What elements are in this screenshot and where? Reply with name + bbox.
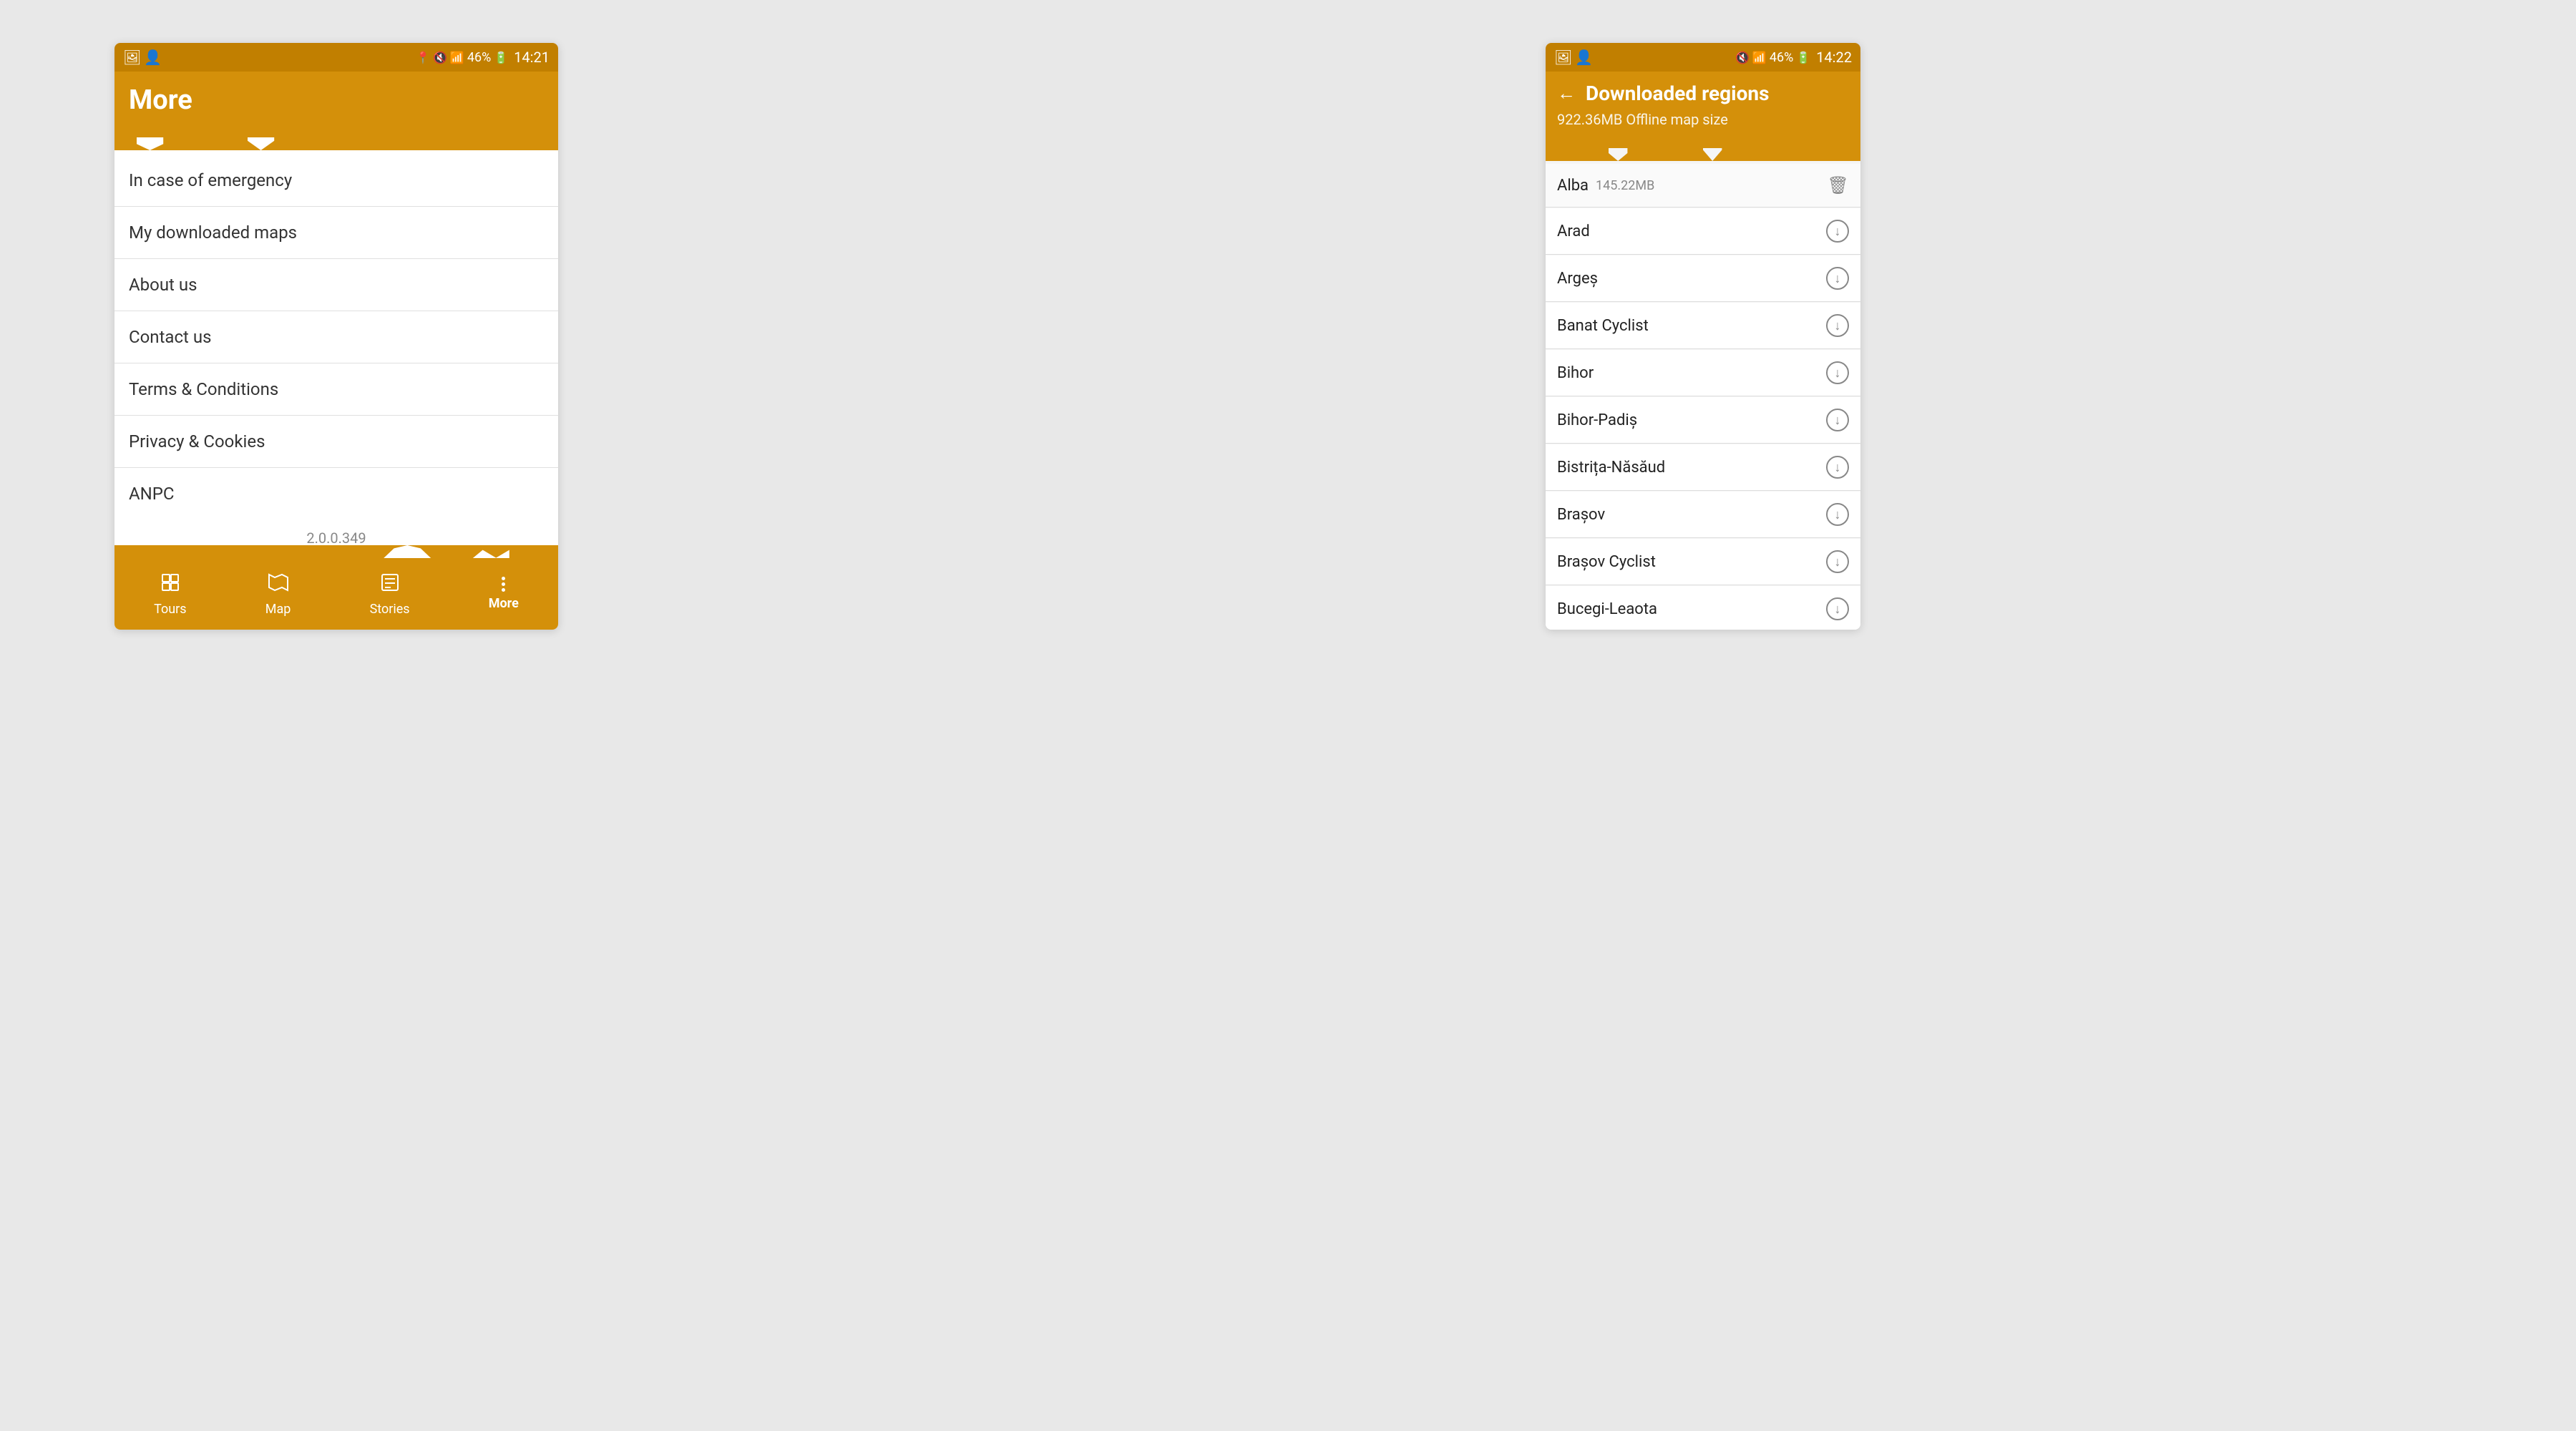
region-bistrita[interactable]: Bistrița-Năsăud ↓	[1546, 444, 1860, 491]
delete-alba-button[interactable]: 🗑	[1828, 175, 1849, 195]
download-bucegi-button[interactable]: ↓	[1826, 597, 1849, 620]
more-label: More	[489, 596, 519, 611]
stories-icon	[379, 572, 401, 597]
battery-percent: 46%	[467, 50, 491, 65]
region-arad-left: Arad	[1557, 223, 1590, 240]
region-bihor[interactable]: Bihor ↓	[1546, 350, 1860, 396]
region-bucegi[interactable]: Bucegi-Leaota ↓	[1546, 586, 1860, 630]
more-header: More	[114, 72, 558, 137]
time-right: 14:22	[1816, 49, 1852, 66]
region-alba-left: Alba 145.22MB	[1557, 177, 1654, 195]
download-brasov-button[interactable]: ↓	[1826, 503, 1849, 526]
regions-list: Alba 145.22MB 🗑 Arad ↓ Argeș ↓ Banat Cyc…	[1546, 164, 1860, 630]
battery-r: 46%	[1770, 50, 1793, 65]
image-icon-r: 🖼	[1554, 49, 1572, 66]
more-icon	[502, 577, 505, 592]
region-banat[interactable]: Banat Cyclist ↓	[1546, 303, 1860, 349]
image-icon: 🖼	[123, 49, 141, 66]
region-alba-name: Alba	[1557, 177, 1589, 195]
menu-item-emergency[interactable]: In case of emergency	[114, 155, 558, 207]
region-brasov-cyclist-left: Brașov Cyclist	[1557, 553, 1656, 571]
status-icons-right-left: 🖼 👤	[1554, 49, 1593, 66]
region-brasov[interactable]: Brașov ↓	[1546, 492, 1860, 538]
download-arad-button[interactable]: ↓	[1826, 220, 1849, 243]
region-arges-left: Argeș	[1557, 270, 1598, 288]
right-phone: 🖼 👤 🔇 📶 46% 🔋 14:22 ← Downloaded regions…	[1546, 43, 1860, 630]
region-bucegi-name: Bucegi-Leaota	[1557, 600, 1657, 618]
offline-size: 922.36MB Offline map size	[1557, 111, 1849, 128]
download-banat-button[interactable]: ↓	[1826, 314, 1849, 337]
region-bihor-padis-name: Bihor-Padiș	[1557, 411, 1637, 429]
menu-list: In case of emergency My downloaded maps …	[114, 155, 558, 518]
region-bihor-padis-left: Bihor-Padiș	[1557, 411, 1637, 429]
region-brasov-cyclist-name: Brașov Cyclist	[1557, 553, 1656, 571]
region-brasov-left: Brașov	[1557, 506, 1605, 524]
status-icons-left: 🖼 👤	[123, 49, 162, 66]
bottom-navigation: Tours Map Stories	[114, 558, 558, 630]
region-brasov-cyclist[interactable]: Brașov Cyclist ↓	[1546, 539, 1860, 585]
downloaded-header: ← Downloaded regions 922.36MB Offline ma…	[1546, 72, 1860, 148]
battery-icon-r: 🔋	[1796, 51, 1810, 64]
user-icon-r: 👤	[1575, 49, 1593, 66]
time-left: 14:21	[514, 49, 550, 66]
download-brasov-cyclist-button[interactable]: ↓	[1826, 550, 1849, 573]
header-top: ← Downloaded regions	[1557, 82, 1849, 105]
region-brasov-name: Brașov	[1557, 506, 1605, 524]
download-bihor-padis-button[interactable]: ↓	[1826, 409, 1849, 431]
location-icon: 📍	[416, 51, 430, 64]
menu-item-contact[interactable]: Contact us	[114, 311, 558, 363]
downloaded-title: Downloaded regions	[1586, 82, 1769, 105]
left-phone: 🖼 👤 📍 🔇 📶 46% 🔋 14:21 More In case of em…	[114, 43, 558, 630]
nav-tours[interactable]: Tours	[140, 572, 200, 617]
region-arad[interactable]: Arad ↓	[1546, 208, 1860, 255]
back-button[interactable]: ←	[1557, 82, 1576, 104]
download-bihor-button[interactable]: ↓	[1826, 361, 1849, 384]
region-alba[interactable]: Alba 145.22MB 🗑	[1546, 164, 1860, 207]
region-bihor-name: Bihor	[1557, 364, 1594, 382]
status-icons-right: 📍 🔇 📶 46% 🔋 14:21	[416, 49, 550, 66]
region-arges-name: Argeș	[1557, 270, 1598, 288]
user-icon: 👤	[144, 49, 162, 66]
region-bistrita-name: Bistrița-Năsăud	[1557, 459, 1665, 477]
map-label: Map	[265, 602, 291, 617]
signal-icon: 📶	[450, 51, 464, 64]
menu-item-maps[interactable]: My downloaded maps	[114, 207, 558, 259]
nav-more[interactable]: More	[474, 577, 533, 611]
region-banat-name: Banat Cyclist	[1557, 317, 1649, 335]
signal-icon-r: 📶	[1752, 51, 1767, 64]
mute-icon-r: 🔇	[1735, 51, 1750, 64]
mute-icon: 🔇	[433, 51, 447, 64]
status-bar-left: 🖼 👤 📍 🔇 📶 46% 🔋 14:21	[114, 43, 558, 72]
region-bistrita-left: Bistrița-Năsăud	[1557, 459, 1665, 477]
menu-item-about[interactable]: About us	[114, 259, 558, 311]
status-right-right: 🔇 📶 46% 🔋 14:22	[1735, 49, 1852, 66]
tours-icon	[160, 572, 181, 597]
menu-item-terms[interactable]: Terms & Conditions	[114, 363, 558, 416]
region-alba-size: 145.22MB	[1596, 178, 1654, 193]
region-bihor-left: Bihor	[1557, 364, 1594, 382]
nav-map[interactable]: Map	[251, 572, 306, 617]
menu-item-privacy[interactable]: Privacy & Cookies	[114, 416, 558, 468]
status-bar-right: 🖼 👤 🔇 📶 46% 🔋 14:22	[1546, 43, 1860, 72]
tours-label: Tours	[154, 602, 186, 617]
map-icon	[268, 572, 289, 597]
battery-icon: 🔋	[494, 51, 508, 64]
region-arges[interactable]: Argeș ↓	[1546, 255, 1860, 302]
more-title: More	[129, 84, 544, 116]
download-arges-button[interactable]: ↓	[1826, 267, 1849, 290]
region-arad-name: Arad	[1557, 223, 1590, 240]
stories-label: Stories	[370, 602, 410, 617]
region-bihor-padis[interactable]: Bihor-Padiș ↓	[1546, 397, 1860, 444]
nav-stories[interactable]: Stories	[356, 572, 424, 617]
download-bistrita-button[interactable]: ↓	[1826, 456, 1849, 479]
menu-item-anpc[interactable]: ANPC	[114, 468, 558, 518]
region-bucegi-left: Bucegi-Leaota	[1557, 600, 1657, 618]
region-banat-left: Banat Cyclist	[1557, 317, 1649, 335]
